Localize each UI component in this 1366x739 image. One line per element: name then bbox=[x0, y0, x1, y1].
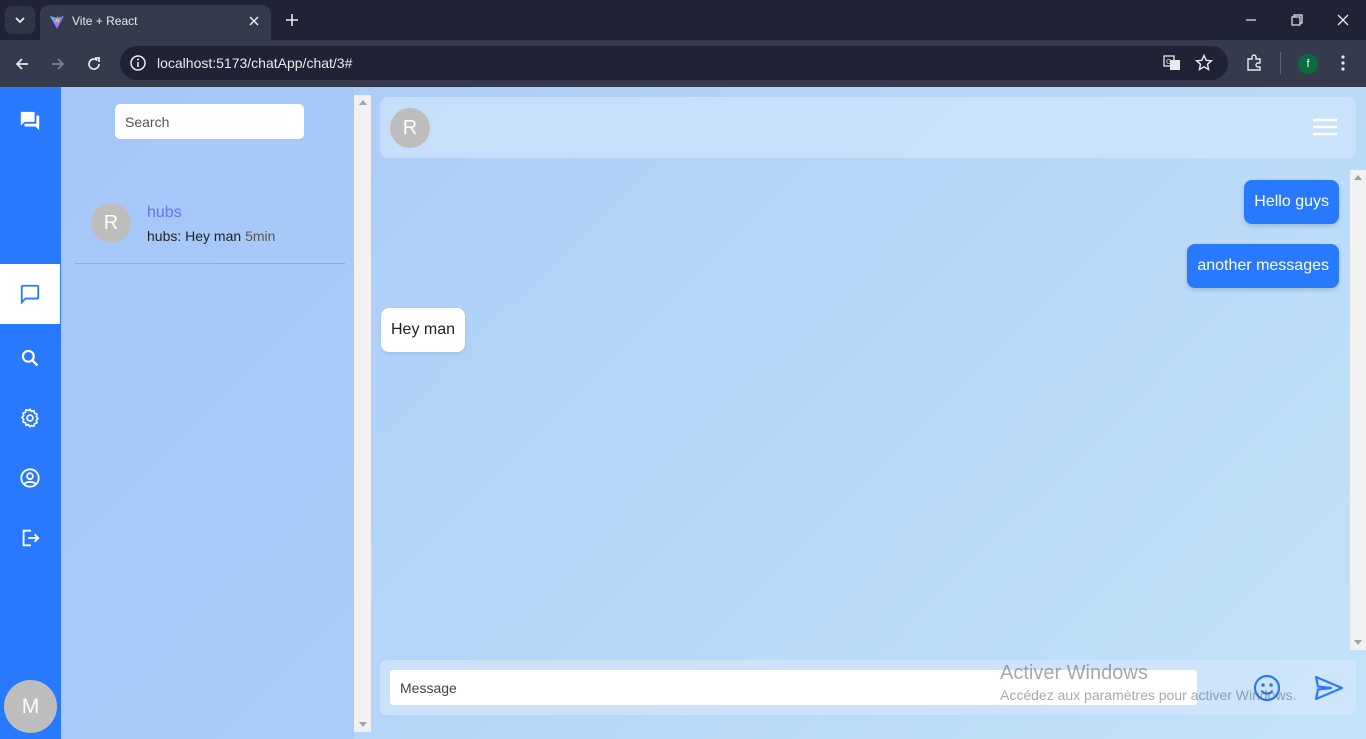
reload-icon bbox=[88, 57, 100, 70]
plus-icon bbox=[286, 14, 298, 26]
conversation-preview-text: hubs: Hey man bbox=[147, 228, 242, 244]
reload-button[interactable] bbox=[82, 52, 106, 76]
translate-button[interactable]: G bbox=[1162, 53, 1182, 73]
conversation-name: hubs bbox=[147, 204, 182, 221]
message-list: Hello guys another messages Hey man bbox=[380, 169, 1350, 649]
sidebar-item-forum[interactable] bbox=[0, 98, 60, 144]
url-text: localhost:5173/chatApp/chat/3# bbox=[157, 55, 353, 71]
site-info-icon[interactable] bbox=[129, 54, 147, 72]
triangle-down-icon bbox=[1354, 640, 1362, 645]
puzzle-icon bbox=[1247, 54, 1261, 71]
sidebar-item-chat[interactable] bbox=[0, 264, 60, 324]
emoji-button[interactable] bbox=[1252, 673, 1282, 703]
star-icon bbox=[1195, 54, 1213, 71]
forward-button[interactable] bbox=[46, 52, 70, 76]
close-window-button[interactable] bbox=[1331, 8, 1355, 32]
minimize-icon bbox=[1246, 19, 1256, 21]
conversation-panel bbox=[61, 87, 354, 739]
message-bubble-outgoing: another messages bbox=[1187, 244, 1339, 288]
vite-logo-icon bbox=[50, 15, 64, 29]
scroll-up-arrow[interactable] bbox=[1350, 170, 1366, 184]
emoji-icon bbox=[1253, 674, 1281, 702]
close-icon bbox=[1337, 14, 1349, 26]
search-icon bbox=[21, 349, 39, 367]
triangle-up-icon bbox=[1354, 175, 1362, 180]
chat-header: R bbox=[380, 97, 1356, 158]
toolbar-divider bbox=[1280, 52, 1281, 74]
scroll-down-arrow[interactable] bbox=[1350, 636, 1366, 650]
address-bar[interactable]: localhost:5173/chatApp/chat/3# G bbox=[120, 46, 1228, 80]
chat-app: M R hubs hubs: Hey man 5min R Hello guys… bbox=[0, 87, 1366, 739]
browser-toolbar: localhost:5173/chatApp/chat/3# G bbox=[0, 40, 1366, 87]
scroll-up-arrow[interactable] bbox=[354, 95, 371, 109]
minimize-button[interactable] bbox=[1239, 8, 1263, 32]
conversation-preview: hubs: Hey man 5min bbox=[147, 228, 275, 244]
forum-icon bbox=[20, 111, 40, 131]
extensions-button[interactable] bbox=[1243, 52, 1265, 74]
send-icon bbox=[1314, 675, 1344, 701]
more-vert-icon bbox=[1341, 55, 1345, 71]
close-icon bbox=[249, 16, 259, 26]
browser-menu-button[interactable] bbox=[1332, 52, 1354, 74]
restore-button[interactable] bbox=[1285, 8, 1309, 32]
sidebar-item-logout[interactable] bbox=[0, 515, 60, 561]
chat-menu-button[interactable] bbox=[1312, 116, 1338, 138]
arrow-left-icon bbox=[15, 58, 28, 70]
search-input[interactable] bbox=[115, 104, 304, 139]
message-composer bbox=[380, 660, 1356, 715]
translate-icon: G bbox=[1163, 55, 1180, 70]
message-input[interactable] bbox=[390, 670, 1197, 705]
tab-close-button[interactable] bbox=[245, 12, 263, 30]
chat-scrollbar[interactable] bbox=[1350, 170, 1366, 650]
chevron-down-icon bbox=[15, 17, 25, 24]
conversation-time: 5min bbox=[245, 228, 276, 244]
sidebar-item-profile[interactable] bbox=[0, 455, 60, 501]
sidebar-item-settings[interactable] bbox=[0, 395, 60, 441]
profile-avatar[interactable]: f bbox=[1298, 54, 1318, 74]
svg-text:G: G bbox=[1166, 58, 1171, 66]
conversation-scrollbar[interactable] bbox=[354, 95, 371, 732]
browser-tab-bar: Vite + React bbox=[0, 0, 1366, 40]
conversation-item[interactable]: R hubs hubs: Hey man 5min bbox=[75, 190, 345, 264]
message-bubble-outgoing: Hello guys bbox=[1244, 180, 1339, 224]
restore-icon bbox=[1291, 14, 1303, 26]
logout-icon bbox=[22, 529, 40, 547]
sidebar-rail: M bbox=[0, 87, 61, 739]
gear-icon bbox=[20, 408, 40, 428]
triangle-down-icon bbox=[358, 722, 367, 727]
user-avatar[interactable]: M bbox=[4, 680, 57, 733]
scroll-down-arrow[interactable] bbox=[354, 718, 371, 732]
triangle-up-icon bbox=[358, 100, 367, 105]
hamburger-menu-icon bbox=[1313, 118, 1337, 136]
arrow-right-icon bbox=[52, 58, 65, 70]
new-tab-button[interactable] bbox=[281, 9, 303, 31]
chat-icon bbox=[20, 284, 40, 305]
avatar: R bbox=[91, 203, 131, 243]
message-bubble-incoming: Hey man bbox=[381, 308, 466, 352]
chat-avatar[interactable]: R bbox=[390, 108, 430, 148]
sidebar-item-search[interactable] bbox=[0, 335, 60, 381]
browser-tab[interactable]: Vite + React bbox=[40, 5, 271, 40]
tab-search-button[interactable] bbox=[5, 6, 35, 34]
tab-title: Vite + React bbox=[72, 14, 138, 28]
back-button[interactable] bbox=[10, 52, 34, 76]
account-circle-icon bbox=[20, 468, 40, 488]
send-button[interactable] bbox=[1312, 672, 1346, 704]
bookmark-button[interactable] bbox=[1194, 53, 1214, 73]
